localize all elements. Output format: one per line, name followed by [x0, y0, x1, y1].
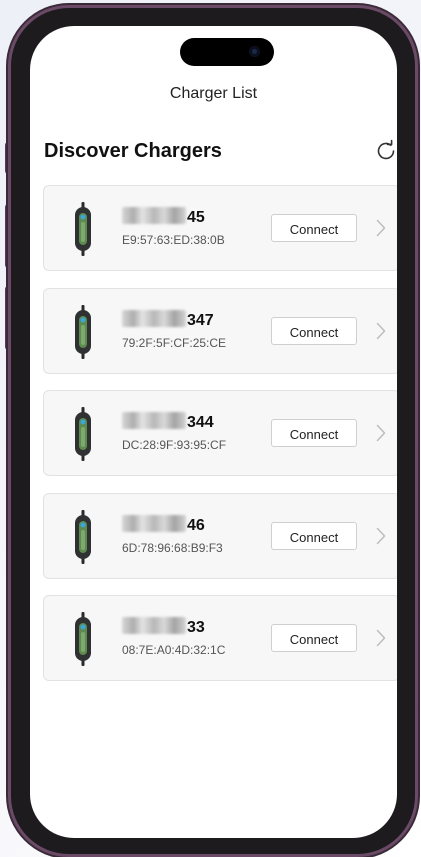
nav-title: Charger List	[169, 85, 258, 102]
charger-name: 46	[122, 514, 205, 535]
chevron-right-icon	[376, 629, 386, 647]
connect-button[interactable]: Connect	[271, 419, 357, 447]
page-title: Discover Chargers	[44, 140, 222, 162]
connect-button[interactable]: Connect	[271, 624, 357, 652]
charger-device-icon	[75, 304, 91, 359]
chevron-right-icon	[376, 424, 386, 442]
charger-mac-address: 08:7E:A0:4D:32:1C	[122, 643, 226, 657]
charger-name: 347	[122, 309, 214, 330]
charger-name: 33	[122, 617, 205, 637]
charger-mac-address: 79:2F:5F:CF:25:CE	[122, 335, 227, 350]
charger-name-suffix: 344	[187, 414, 214, 431]
charger-card[interactable]: 347 79:2F:5F:CF:25:CE Connect	[43, 287, 397, 374]
charger-mac-address: 6D:78:96:68:B9:F3	[122, 540, 223, 555]
redacted-name-block	[122, 207, 186, 224]
charger-card[interactable]: 33 08:7E:A0:4D:32:1C Connect	[43, 595, 397, 681]
chevron-right-icon	[376, 322, 386, 339]
redacted-name-block	[122, 309, 186, 327]
chevron-right-icon	[376, 219, 386, 237]
charger-name-suffix: 33	[187, 619, 205, 636]
phone-frame: Charger List Discover Chargers 45 E9:57:…	[11, 8, 415, 854]
front-camera	[249, 46, 260, 57]
redacted-name-block	[122, 617, 186, 634]
charger-mac-address: DC:28:9F:93:95:CF	[122, 438, 227, 452]
charger-card[interactable]: 344 DC:28:9F:93:95:CF Connect	[43, 390, 397, 476]
app-screen: Charger List Discover Chargers 45 E9:57:…	[30, 26, 397, 838]
dynamic-island	[180, 38, 274, 66]
redacted-name-block	[122, 412, 186, 429]
charger-card[interactable]: 46 6D:78:96:68:B9:F3 Connect	[43, 492, 397, 579]
charger-device-icon	[75, 509, 91, 564]
charger-card[interactable]: 45 E9:57:63:ED:38:0B Connect	[43, 185, 397, 271]
refresh-icon[interactable]	[374, 139, 397, 163]
charger-list: 45 E9:57:63:ED:38:0B Connect 347 79:2F:5…	[43, 185, 397, 698]
charger-device-icon	[75, 612, 91, 666]
charger-name: 45	[122, 207, 205, 227]
charger-name-suffix: 45	[187, 209, 205, 226]
charger-device-icon	[75, 407, 91, 461]
charger-mac-address: E9:57:63:ED:38:0B	[122, 233, 225, 247]
charger-device-icon	[75, 202, 91, 256]
connect-button[interactable]: Connect	[271, 316, 357, 345]
connect-button[interactable]: Connect	[271, 214, 357, 242]
charger-name-suffix: 46	[187, 516, 205, 534]
charger-name-suffix: 347	[187, 311, 214, 329]
redacted-name-block	[122, 514, 186, 532]
charger-name: 344	[122, 412, 214, 432]
connect-button[interactable]: Connect	[271, 521, 357, 550]
chevron-right-icon	[376, 527, 386, 544]
